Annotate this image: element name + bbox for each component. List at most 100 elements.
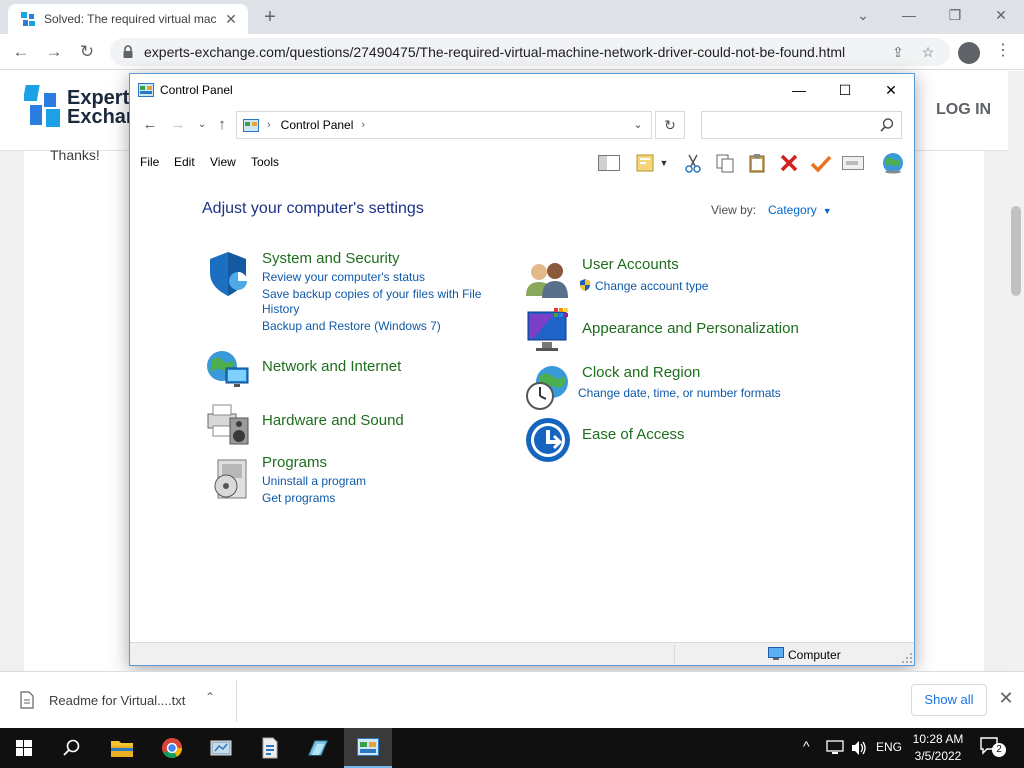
category-title[interactable]: Network and Internet <box>262 358 401 375</box>
resize-grip-icon[interactable] <box>902 653 912 663</box>
category-title[interactable]: System and Security <box>262 250 400 267</box>
link-uninstall-program[interactable]: Uninstall a program <box>262 474 366 489</box>
checkmark-icon[interactable] <box>808 150 834 176</box>
download-file-name[interactable]: Readme for Virtual....txt <box>49 693 185 708</box>
link-change-account-type[interactable]: Change account type <box>578 278 708 294</box>
menu-tools[interactable]: Tools <box>251 155 279 169</box>
page-scrollbar[interactable] <box>1008 71 1024 671</box>
search-icon[interactable] <box>48 728 96 768</box>
link-date-time-formats[interactable]: Change date, time, or number formats <box>578 386 781 401</box>
link-backup-restore[interactable]: Backup and Restore (Windows 7) <box>262 319 441 334</box>
category-hardware-sound: Hardware and Sound <box>204 400 504 448</box>
clock[interactable]: 10:28 AM 3/5/2022 <box>910 731 966 765</box>
language-indicator[interactable]: ENG <box>876 740 902 754</box>
network-icon[interactable] <box>826 740 844 756</box>
cp-maximize-button[interactable]: ☐ <box>822 74 868 106</box>
explorer-address-row: ← → ⌄ ↑ › Control Panel › ⌄ ↻ <box>130 108 914 142</box>
notifications-icon[interactable]: 2 <box>980 736 1006 760</box>
status-bar: Computer <box>130 642 914 665</box>
menu-file[interactable]: File <box>140 155 159 169</box>
show-all-button[interactable]: Show all <box>911 684 987 716</box>
computer-icon <box>768 647 784 660</box>
category-title[interactable]: Hardware and Sound <box>262 412 404 429</box>
tab-close-icon[interactable]: ✕ <box>222 11 240 28</box>
category-title[interactable]: User Accounts <box>582 256 679 273</box>
new-tab-button[interactable]: + <box>256 6 284 30</box>
virtual-machine-icon[interactable] <box>294 728 342 768</box>
share-icon[interactable]: ⇪ <box>888 44 908 61</box>
control-panel-window: Control Panel — ☐ ✕ ← → ⌄ ↑ › Control Pa… <box>129 73 915 666</box>
notification-count-badge: 2 <box>992 743 1006 757</box>
breadcrumb-item[interactable]: Control Panel <box>281 118 354 132</box>
system-tool-icon[interactable] <box>198 728 246 768</box>
network-globe-icon[interactable] <box>880 150 906 176</box>
link-get-programs[interactable]: Get programs <box>262 491 335 506</box>
downloads-bar: Readme for Virtual....txt ⌃ Show all ✕ <box>0 671 1024 728</box>
bookmark-star-icon[interactable]: ☆ <box>918 44 938 61</box>
show-hidden-icons-icon[interactable]: ^ <box>803 738 810 754</box>
close-downloads-icon[interactable]: ✕ <box>996 688 1016 709</box>
copy-icon[interactable] <box>712 150 738 176</box>
url-text: experts-exchange.com/questions/27490475/… <box>144 44 846 60</box>
back-icon[interactable]: ← <box>8 39 34 65</box>
restore-button[interactable]: ❐ <box>932 3 978 29</box>
category-title[interactable]: Programs <box>262 454 327 471</box>
experts-exchange-favicon-icon <box>21 12 35 26</box>
chrome-icon[interactable] <box>148 728 196 768</box>
address-bar[interactable]: experts-exchange.com/questions/27490475/… <box>110 38 950 66</box>
cp-forward-icon[interactable]: → <box>166 114 190 136</box>
cut-icon[interactable] <box>680 150 706 176</box>
control-panel-taskbar-icon[interactable] <box>344 728 392 768</box>
rename-icon[interactable] <box>840 150 866 176</box>
close-button[interactable]: ✕ <box>978 3 1024 29</box>
menu-edit[interactable]: Edit <box>174 155 195 169</box>
category-ease-of-access: Ease of Access <box>524 416 844 464</box>
browser-toolbar: ← → ↻ experts-exchange.com/questions/274… <box>0 34 1024 70</box>
properties-icon[interactable] <box>632 150 658 176</box>
status-location: Computer <box>788 648 841 662</box>
chevron-up-icon[interactable]: ⌃ <box>205 690 221 704</box>
tab-search-icon[interactable]: ⌄ <box>840 3 886 29</box>
category-title[interactable]: Clock and Region <box>582 364 700 381</box>
appearance-monitor-icon <box>527 308 568 351</box>
experts-exchange-logo-icon <box>24 85 60 127</box>
menu-view[interactable]: View <box>210 155 236 169</box>
browser-menu-icon[interactable]: ⋮ <box>994 39 1012 65</box>
view-by-value: Category <box>768 203 817 217</box>
category-title[interactable]: Ease of Access <box>582 426 685 443</box>
view-by-dropdown[interactable]: Category ▼ <box>768 203 832 217</box>
properties-dropdown-icon[interactable]: ▼ <box>657 150 671 176</box>
address-dropdown-icon[interactable]: ⌄ <box>625 112 651 138</box>
volume-icon[interactable] <box>850 739 868 757</box>
taskbar: ^ ENG 10:28 AM 3/5/2022 2 <box>0 728 1024 768</box>
profile-avatar-icon[interactable] <box>958 42 980 64</box>
category-title[interactable]: Appearance and Personalization <box>582 320 799 337</box>
text-file-icon <box>20 691 34 709</box>
tab-title: Solved: The required virtual mac <box>44 12 217 26</box>
breadcrumb-chevron-icon[interactable]: › <box>361 119 365 131</box>
breadcrumb[interactable]: › Control Panel › ⌄ <box>236 111 652 139</box>
up-icon[interactable]: ↑ <box>210 114 234 136</box>
link-file-history[interactable]: Save backup copies of your files with Fi… <box>262 287 492 317</box>
file-explorer-icon[interactable] <box>98 728 146 768</box>
start-windows-icon[interactable] <box>0 728 48 768</box>
browser-tab[interactable]: Solved: The required virtual mac ✕ <box>8 4 248 34</box>
link-review-status[interactable]: Review your computer's status <box>262 270 425 285</box>
search-input[interactable] <box>701 111 902 139</box>
login-link[interactable]: LOG IN <box>936 101 991 119</box>
reload-icon[interactable]: ↻ <box>74 39 100 65</box>
cp-back-icon[interactable]: ← <box>138 114 162 136</box>
delete-icon[interactable] <box>776 150 802 176</box>
category-programs: Programs Uninstall a program Get program… <box>204 454 504 510</box>
cp-close-button[interactable]: ✕ <box>868 74 914 106</box>
chevron-down-icon: ▼ <box>822 206 832 216</box>
minimize-button[interactable]: — <box>886 3 932 29</box>
document-tool-icon[interactable] <box>246 728 294 768</box>
paste-icon[interactable] <box>744 150 770 176</box>
lock-icon <box>123 45 133 58</box>
forward-icon[interactable]: → <box>41 39 67 65</box>
preview-pane-icon[interactable] <box>596 150 622 176</box>
cp-minimize-button[interactable]: — <box>776 74 822 106</box>
scroll-thumb[interactable] <box>1011 206 1021 296</box>
refresh-icon[interactable]: ↻ <box>655 111 685 139</box>
